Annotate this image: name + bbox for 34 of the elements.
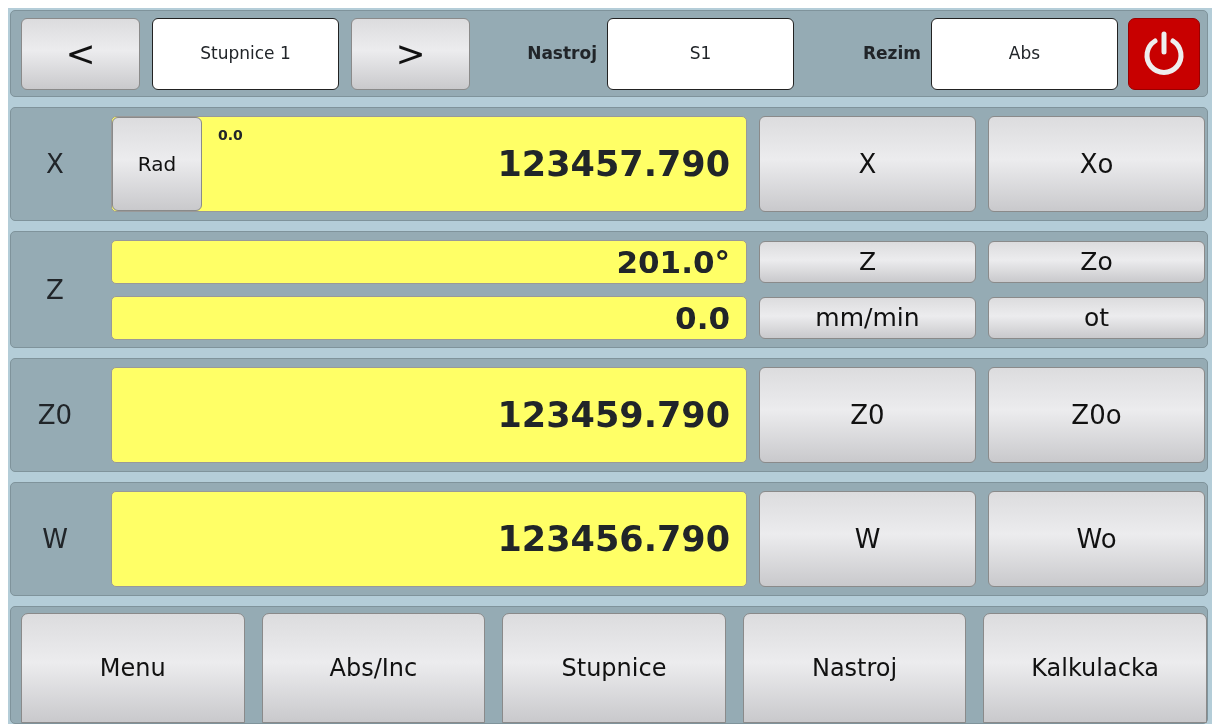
mode-label: Rezim (861, 41, 922, 65)
axis-label: X (45, 147, 65, 181)
menu-button[interactable]: Menu (21, 613, 245, 723)
axis-label: W (41, 522, 69, 556)
position-value: 201.0° (111, 240, 747, 285)
axis-button[interactable]: ot (988, 297, 1205, 340)
mode-field[interactable]: Abs (931, 17, 1118, 90)
power-button[interactable] (1128, 17, 1200, 90)
scale-field[interactable]: Stupnice 1 (152, 17, 339, 90)
position-value: 123457.790 (497, 142, 730, 186)
axis-button[interactable]: X (759, 116, 976, 213)
axis-button[interactable]: Z0 (759, 367, 976, 464)
next-button[interactable]: > (351, 17, 470, 90)
position-value: 0.0 (111, 296, 747, 341)
axis-button[interactable]: Zo (988, 241, 1205, 284)
position-value: 123459.790 (497, 393, 730, 437)
menu-button[interactable]: Nastroj (742, 613, 967, 723)
position-value: 123456.790 (497, 517, 730, 561)
axis-button[interactable]: Z0o (988, 367, 1205, 464)
tool-field[interactable]: S1 (607, 17, 794, 90)
secondary-value: 0.0 (218, 126, 243, 146)
axis-button[interactable]: Xo (988, 116, 1205, 213)
menu-button[interactable]: Stupnice (502, 613, 726, 723)
axis-button[interactable]: Wo (988, 491, 1205, 588)
axis-label: Z0 (36, 398, 74, 432)
radius-button[interactable]: Rad (112, 117, 202, 212)
axis-button[interactable]: W (759, 491, 976, 588)
menu-button[interactable]: Abs/Inc (261, 613, 486, 723)
axis-button[interactable]: Z (759, 241, 976, 284)
menu-button[interactable]: Kalkulacka (983, 613, 1207, 723)
axis-label: Z (45, 273, 65, 307)
previous-button[interactable]: < (21, 17, 140, 90)
axis-button[interactable]: mm/min (759, 297, 976, 340)
tool-label: Nastroj (526, 41, 598, 65)
